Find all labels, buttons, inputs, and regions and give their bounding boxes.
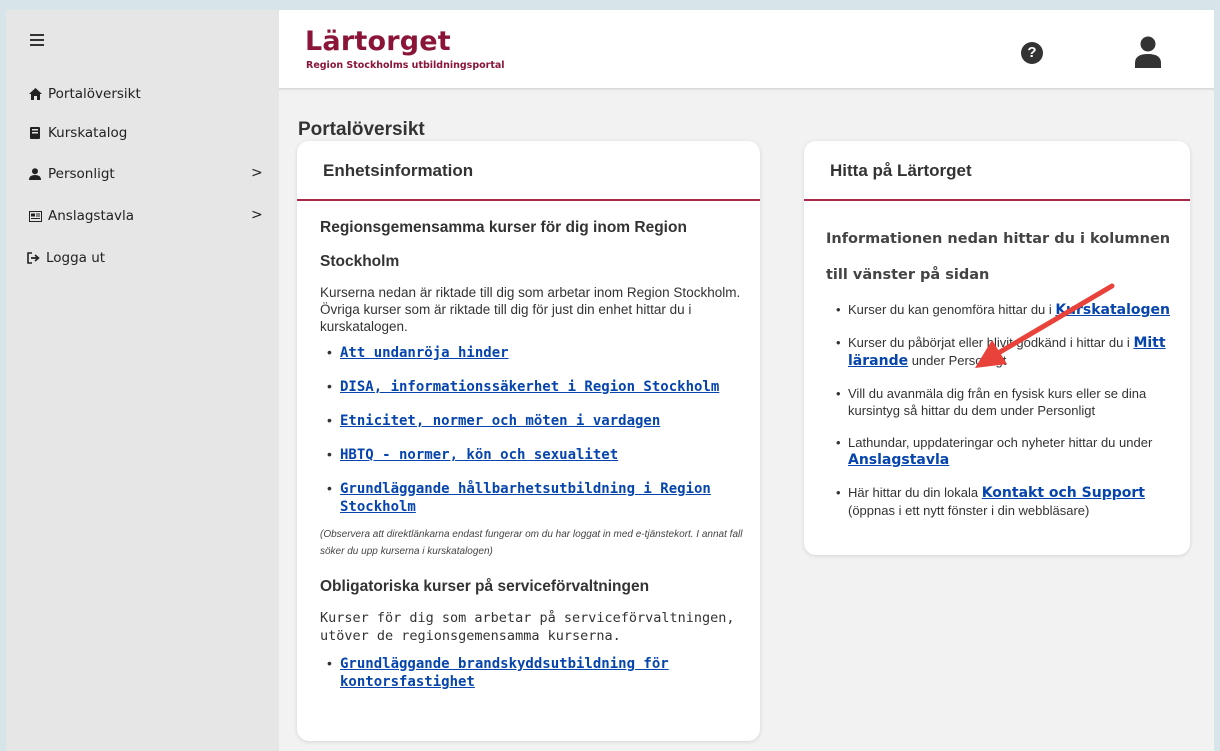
user-icon bbox=[28, 167, 42, 181]
hamburger-menu-icon[interactable] bbox=[30, 34, 44, 46]
home-icon bbox=[28, 87, 42, 101]
course-link[interactable]: DISA, informationssäkerhet i Region Stoc… bbox=[340, 379, 719, 395]
list-item: Kurser du påbörjat eller blivit godkänd … bbox=[826, 334, 1181, 370]
sidebar-item-logga-ut[interactable]: Logga ut bbox=[26, 250, 105, 266]
card-title: Hitta på Lärtorget bbox=[830, 161, 972, 180]
sidebar-item-label: Kurskatalog bbox=[48, 125, 128, 141]
window-frame-right bbox=[1214, 0, 1220, 751]
card-header: Enhetsinformation bbox=[297, 141, 760, 201]
item-text: Kurser du påbörjat eller blivit godkänd … bbox=[848, 335, 1134, 350]
course-link[interactable]: Grundläggande brandskyddsutbildning för … bbox=[340, 656, 669, 690]
section-heading: Obligatoriska kurser på serviceförvaltni… bbox=[320, 578, 650, 595]
kurskatalogen-link[interactable]: Kurskatalogen bbox=[1055, 302, 1170, 318]
card-title: Enhetsinformation bbox=[323, 161, 474, 180]
section-text: Kurserna nedan är riktade till dig som a… bbox=[320, 285, 741, 334]
sidebar-item-kurskatalog[interactable]: Kurskatalog bbox=[28, 125, 127, 141]
page-title: Portalöversikt bbox=[298, 118, 425, 140]
item-text: Kurser du kan genomföra hittar du i bbox=[848, 302, 1056, 317]
list-item: DISA, informationssäkerhet i Region Stoc… bbox=[320, 378, 750, 396]
course-link[interactable]: HBTQ - normer, kön och sexualitet bbox=[340, 447, 618, 463]
sidebar-item-label: Portalöversikt bbox=[48, 86, 141, 102]
sidebar-item-label: Personligt bbox=[48, 166, 115, 182]
item-text: Lathundar, uppdateringar och nyheter hit… bbox=[848, 435, 1153, 450]
intro-text: Informationen nedan hittar du i kolumnen… bbox=[826, 231, 1171, 283]
card-header: Hitta på Lärtorget bbox=[804, 141, 1190, 201]
sidebar-item-label: Anslagstavla bbox=[48, 208, 135, 224]
brand-subtitle: Region Stockholms utbildningsportal bbox=[306, 60, 505, 71]
list-item: HBTQ - normer, kön och sexualitet bbox=[320, 446, 750, 464]
list-item: Vill du avanmäla dig från en fysisk kurs… bbox=[826, 385, 1181, 419]
list-item: Kurser du kan genomföra hittar du i Kurs… bbox=[826, 301, 1181, 319]
user-account-icon[interactable] bbox=[1133, 36, 1163, 68]
item-text: Vill du avanmäla dig från en fysisk kurs… bbox=[848, 386, 1147, 418]
card-body: Informationen nedan hittar du i kolumnen… bbox=[826, 221, 1181, 519]
list-item: Grundläggande brandskyddsutbildning för … bbox=[320, 655, 720, 691]
course-link[interactable]: Grundläggande hållbarhetsutbildning i Re… bbox=[340, 481, 711, 515]
help-list: Kurser du kan genomföra hittar du i Kurs… bbox=[826, 301, 1181, 519]
list-item: Att undanröja hinder bbox=[320, 344, 750, 362]
board-icon bbox=[28, 209, 42, 223]
login-note: (Observera att direktlänkarna endast fun… bbox=[320, 529, 743, 557]
course-link[interactable]: Etnicitet, normer och möten i vardagen bbox=[340, 413, 660, 429]
sidebar-item-portaloversikt[interactable]: Portalöversikt bbox=[28, 86, 141, 102]
list-item: Här hittar du din lokala Kontakt och Sup… bbox=[826, 484, 1181, 519]
book-icon bbox=[28, 126, 42, 140]
course-link-list: Grundläggande brandskyddsutbildning för … bbox=[320, 655, 750, 691]
list-item: Grundläggande hållbarhetsutbildning i Re… bbox=[320, 480, 750, 516]
card-body: Regionsgemensamma kurser för dig inom Re… bbox=[320, 211, 750, 691]
find-card: Hitta på Lärtorget Informationen nedan h… bbox=[804, 141, 1190, 555]
sidebar: Portalöversikt Kurskatalog Personligt > … bbox=[6, 10, 279, 751]
course-link[interactable]: Att undanröja hinder bbox=[340, 345, 509, 361]
window-frame-top bbox=[0, 0, 1220, 10]
sidebar-item-label: Logga ut bbox=[46, 250, 106, 266]
help-icon[interactable]: ? bbox=[1021, 42, 1043, 64]
kontakt-support-link[interactable]: Kontakt och Support bbox=[982, 485, 1145, 501]
list-item: Etnicitet, normer och möten i vardagen bbox=[320, 412, 750, 430]
item-text: (öppnas i ett nytt fönster i din webbläs… bbox=[848, 503, 1090, 518]
chevron-right-icon[interactable]: > bbox=[251, 207, 263, 223]
section-text: Kurser för dig som arbetar på serviceför… bbox=[320, 610, 735, 644]
sidebar-item-anslagstavla[interactable]: Anslagstavla bbox=[28, 208, 134, 224]
item-text: under Personligt bbox=[908, 353, 1007, 368]
unit-info-card: Enhetsinformation Regionsgemensamma kurs… bbox=[297, 141, 760, 741]
top-header: Lärtorget Region Stockholms utbildningsp… bbox=[279, 10, 1214, 88]
chevron-right-icon[interactable]: > bbox=[251, 165, 263, 181]
anslagstavla-link[interactable]: Anslagstavla bbox=[848, 452, 949, 468]
main-content: Lärtorget Region Stockholms utbildningsp… bbox=[279, 10, 1214, 751]
item-text: Här hittar du din lokala bbox=[848, 485, 982, 500]
header-divider bbox=[279, 88, 1214, 91]
list-item: Lathundar, uppdateringar och nyheter hit… bbox=[826, 434, 1181, 469]
course-link-list: Att undanröja hinder DISA, informationss… bbox=[320, 344, 750, 516]
section-heading: Regionsgemensamma kurser för dig inom Re… bbox=[320, 219, 687, 270]
brand-title[interactable]: Lärtorget bbox=[305, 26, 451, 57]
sidebar-item-personligt[interactable]: Personligt bbox=[28, 166, 115, 182]
logout-icon bbox=[26, 251, 40, 265]
